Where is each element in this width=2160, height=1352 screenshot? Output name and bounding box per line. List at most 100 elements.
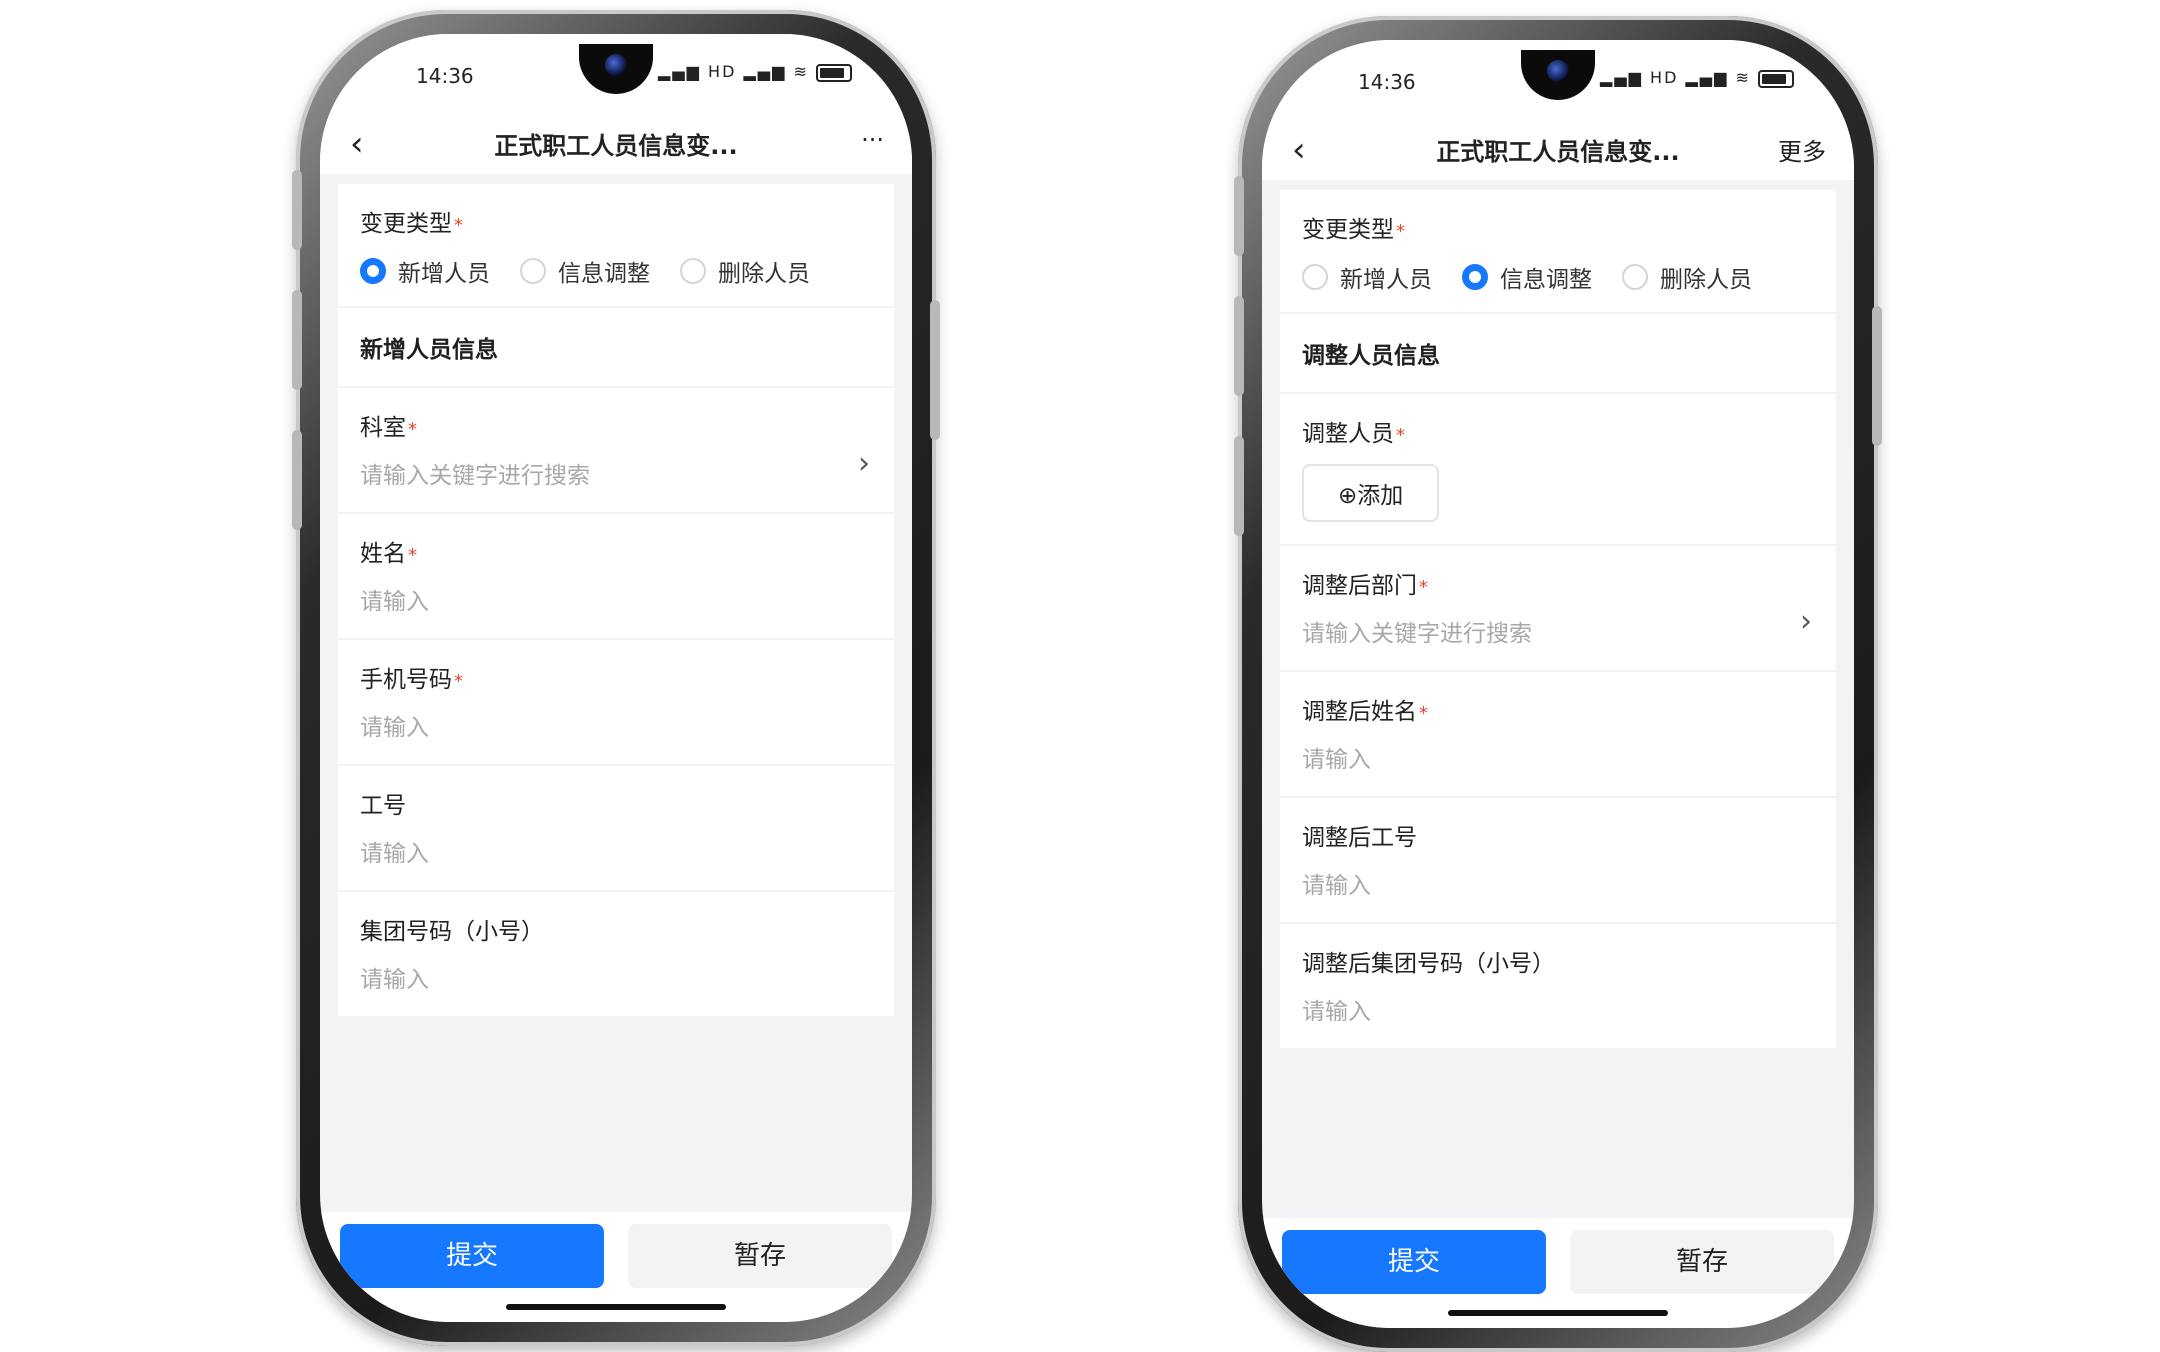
nav-bar: ‹ 正式职工人员信息变... 更多: [1262, 120, 1854, 180]
radio-checked-icon: [360, 258, 386, 284]
department-search-input[interactable]: 请输入关键字进行搜索: [1302, 600, 1814, 670]
radio-unchecked-icon: [1302, 264, 1328, 290]
name-field[interactable]: 姓名 * 请输入: [338, 514, 894, 640]
chevron-right-icon: ›: [858, 446, 870, 481]
required-mark: *: [408, 419, 417, 440]
radio-group: 新增人员 信息调整 删除人员: [1302, 244, 1814, 312]
more-menu-button[interactable]: 更多: [1778, 132, 1826, 167]
section-title: 调整人员信息: [1280, 314, 1836, 394]
group-number-input[interactable]: 请输入: [360, 946, 872, 1016]
nav-bar: ‹ 正式职工人员信息变... ···: [320, 114, 912, 174]
radio-label: 新增人员: [1340, 267, 1432, 293]
radio-label: 删除人员: [1660, 267, 1752, 293]
field-label: 变更类型: [1302, 217, 1394, 243]
adjusted-name-input[interactable]: 请输入: [1302, 726, 1814, 796]
employee-id-field[interactable]: 工号 请输入: [338, 766, 894, 892]
phone-left: 14:36 ✕ HD ▂▄▆ HD ▂▄▆ ≋ ‹ 正式职工人员信息变... ·…: [292, 10, 940, 1346]
camera-icon: [1547, 60, 1569, 82]
required-mark: *: [454, 215, 463, 236]
save-draft-button[interactable]: 暂存: [628, 1224, 892, 1288]
side-button: [1234, 176, 1244, 256]
employee-id-input[interactable]: 请输入: [360, 820, 872, 890]
radio-label: 新增人员: [398, 261, 490, 287]
status-time: 14:36: [416, 64, 474, 88]
screen: 14:36 ✕ HD ▂▄▆ HD ▂▄▆ ≋ ‹ 正式职工人员信息变... ·…: [320, 34, 912, 1322]
radio-label: 删除人员: [718, 261, 810, 287]
group-number-field[interactable]: 集团号码（小号） 请输入: [338, 892, 894, 1016]
field-label: 调整后工号: [1302, 825, 1417, 851]
radio-delete-person[interactable]: 删除人员: [1622, 260, 1752, 294]
adjusted-group-number-field[interactable]: 调整后集团号码（小号） 请输入: [1280, 924, 1836, 1048]
section-title: 新增人员信息: [338, 308, 894, 388]
adjusted-group-number-input[interactable]: 请输入: [1302, 978, 1814, 1048]
adjusted-employee-id-input[interactable]: 请输入: [1302, 852, 1814, 922]
page-title: 正式职工人员信息变...: [494, 132, 738, 160]
field-label: 调整后集团号码（小号）: [1302, 951, 1555, 977]
battery-icon: [816, 63, 852, 82]
field-label: 集团号码（小号）: [360, 919, 544, 945]
field-label: 手机号码: [360, 667, 452, 693]
chevron-right-icon: ›: [1800, 604, 1812, 639]
radio-label: 信息调整: [1500, 267, 1592, 293]
required-mark: *: [408, 545, 417, 566]
field-label: 科室: [360, 415, 406, 441]
radio-delete-person[interactable]: 删除人员: [680, 254, 810, 288]
radio-unchecked-icon: [680, 258, 706, 284]
home-indicator[interactable]: [506, 1304, 726, 1310]
field-label: 调整人员: [1302, 421, 1394, 447]
battery-icon: [1758, 69, 1794, 88]
field-label: 工号: [360, 793, 406, 819]
radio-checked-icon: [1462, 264, 1488, 290]
radio-unchecked-icon: [1622, 264, 1648, 290]
adjusted-employee-id-field[interactable]: 调整后工号 请输入: [1280, 798, 1836, 924]
more-menu-button[interactable]: ···: [861, 126, 884, 154]
radio-unchecked-icon: [520, 258, 546, 284]
phone-right: 14:36 ✕ HD ▂▄▆ HD ▂▄▆ ≋ ‹ 正式职工人员信息变... 更…: [1234, 16, 1882, 1352]
name-input[interactable]: 请输入: [360, 568, 872, 638]
side-button: [292, 430, 302, 530]
field-label: 调整后部门: [1302, 573, 1417, 599]
radio-adjust-info[interactable]: 信息调整: [520, 254, 650, 288]
required-mark: *: [1396, 425, 1405, 446]
required-mark: *: [454, 671, 463, 692]
submit-button[interactable]: 提交: [1282, 1230, 1546, 1294]
side-button: [1234, 296, 1244, 396]
adjusted-name-field[interactable]: 调整后姓名 * 请输入: [1280, 672, 1836, 798]
radio-add-person[interactable]: 新增人员: [360, 254, 490, 288]
department-search-input[interactable]: 请输入关键字进行搜索: [360, 442, 872, 512]
add-person-button[interactable]: ⊕添加: [1302, 464, 1440, 522]
bottom-action-bar: 提交 暂存: [320, 1212, 912, 1322]
phone-field[interactable]: 手机号码 * 请输入: [338, 640, 894, 766]
camera-icon: [605, 54, 627, 76]
field-label: 变更类型: [360, 211, 452, 237]
adjusted-department-field[interactable]: 调整后部门 * 请输入关键字进行搜索 ›: [1280, 546, 1836, 672]
save-draft-button[interactable]: 暂存: [1570, 1230, 1834, 1294]
status-time: 14:36: [1358, 70, 1416, 94]
home-indicator[interactable]: [1448, 1310, 1668, 1316]
submit-button[interactable]: 提交: [340, 1224, 604, 1288]
radio-group: 新增人员 信息调整 删除人员: [360, 238, 872, 306]
form: 变更类型 * 新增人员 信息调整 删除人员 调整人员信息 调整人员 * ⊕添加 调整…: [1280, 190, 1836, 1048]
change-type-field: 变更类型 * 新增人员 信息调整 删除人员: [338, 184, 894, 308]
radio-label: 信息调整: [558, 261, 650, 287]
screen: 14:36 ✕ HD ▂▄▆ HD ▂▄▆ ≋ ‹ 正式职工人员信息变... 更…: [1262, 40, 1854, 1328]
page-title: 正式职工人员信息变...: [1436, 138, 1680, 166]
field-label: 调整后姓名: [1302, 699, 1417, 725]
change-type-field: 变更类型 * 新增人员 信息调整 删除人员: [1280, 190, 1836, 314]
power-button: [1872, 306, 1882, 446]
field-label: 姓名: [360, 541, 406, 567]
department-field[interactable]: 科室 * 请输入关键字进行搜索 ›: [338, 388, 894, 514]
side-button: [1234, 436, 1244, 536]
power-button: [930, 300, 940, 440]
required-mark: *: [1419, 703, 1428, 724]
bottom-action-bar: 提交 暂存: [1262, 1218, 1854, 1328]
required-mark: *: [1396, 221, 1405, 242]
phone-input[interactable]: 请输入: [360, 694, 872, 764]
side-button: [292, 170, 302, 250]
form: 变更类型 * 新增人员 信息调整 删除人员 新增人员信息 科室 * 请输入关键字进行…: [338, 184, 894, 1016]
side-button: [292, 290, 302, 390]
radio-adjust-info[interactable]: 信息调整: [1462, 260, 1592, 294]
radio-add-person[interactable]: 新增人员: [1302, 260, 1432, 294]
required-mark: *: [1419, 577, 1428, 598]
adjust-person-field: 调整人员 * ⊕添加: [1280, 394, 1836, 546]
